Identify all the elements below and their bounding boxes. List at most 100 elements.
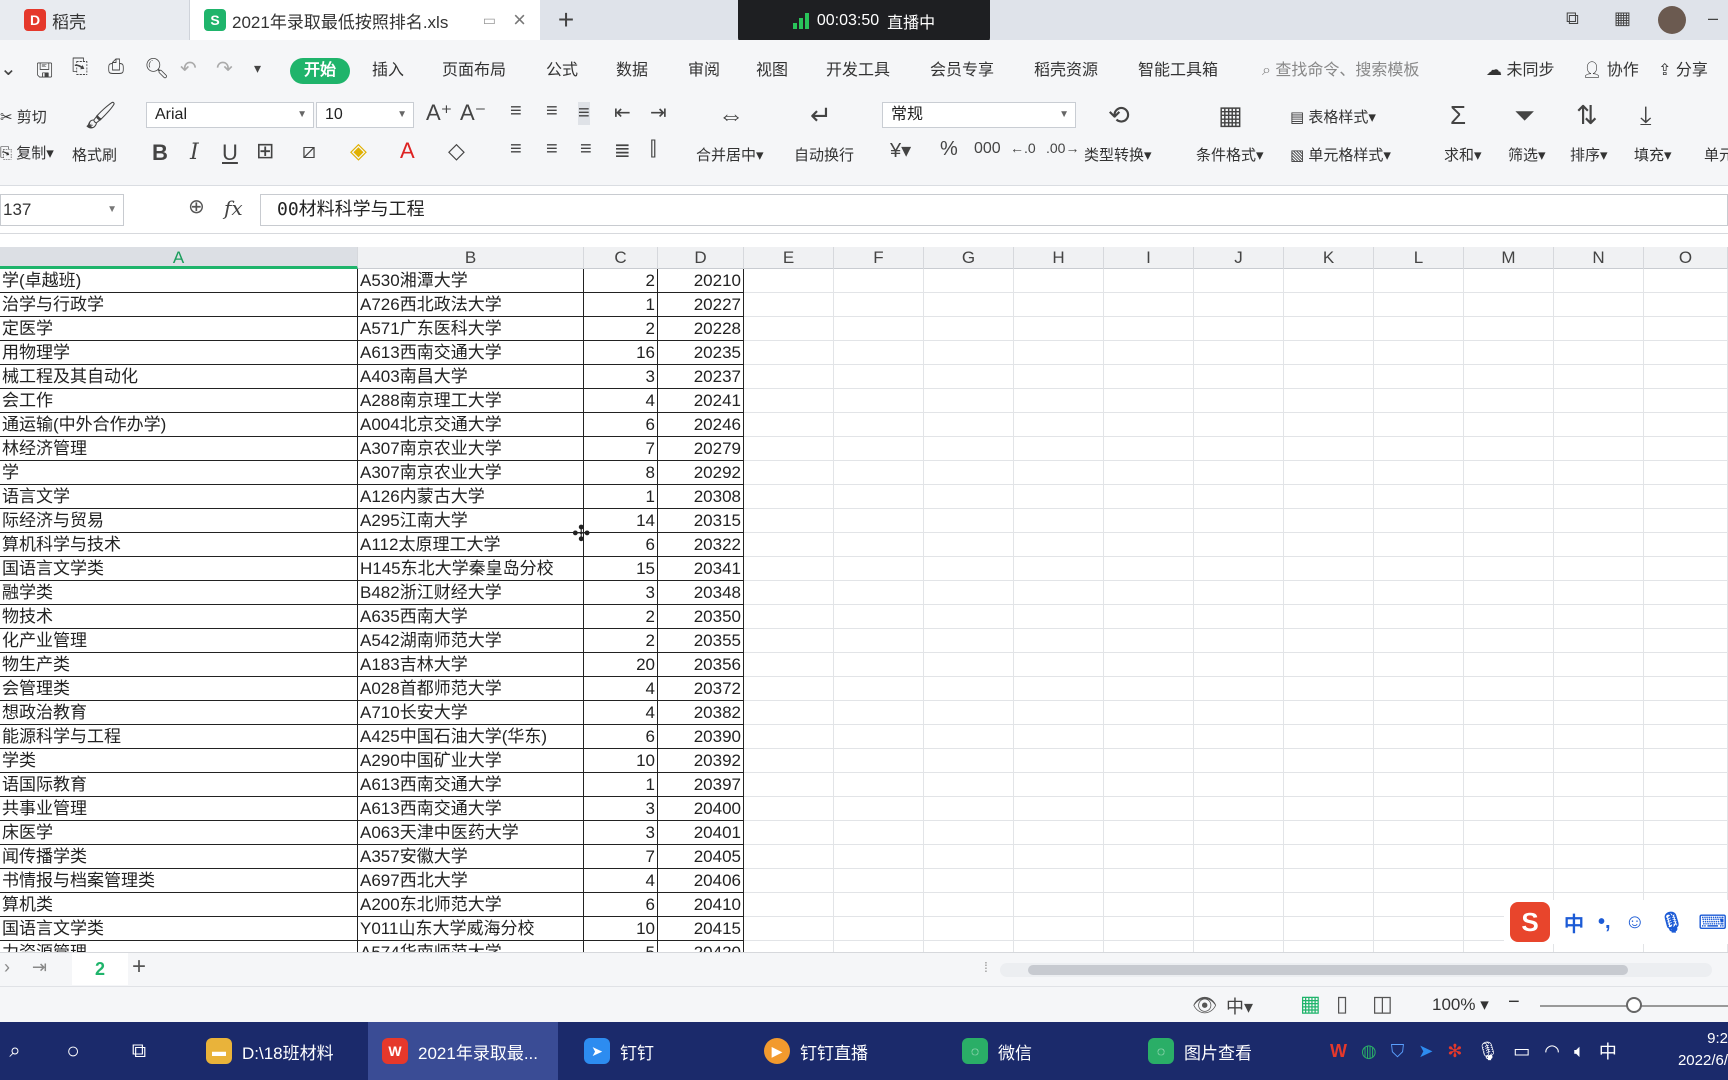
- align-top-icon[interactable]: ≡: [510, 100, 522, 123]
- preview-icon[interactable]: 🔍︎: [144, 56, 169, 81]
- cell-a[interactable]: 算机类: [0, 893, 358, 917]
- taskbar-dinglive[interactable]: ▶ 钉钉直播: [752, 1022, 880, 1080]
- cell-d[interactable]: 20235: [658, 341, 744, 365]
- cell-b[interactable]: A530湘潭大学: [358, 269, 584, 293]
- menu-ai-toolbox[interactable]: 智能工具箱: [1138, 58, 1218, 84]
- apps-grid-icon[interactable]: ▦: [1614, 8, 1631, 29]
- tab-docer[interactable]: D 稻壳: [0, 0, 190, 40]
- number-format-select[interactable]: 常规 ▼: [882, 102, 1076, 128]
- ime-language[interactable]: 中: [1564, 908, 1584, 937]
- column-header-g[interactable]: G: [924, 247, 1014, 269]
- column-header-c[interactable]: C: [584, 247, 658, 269]
- cell-a[interactable]: 想政治教育: [0, 701, 358, 725]
- input-mode-button[interactable]: 中▾: [1226, 993, 1253, 1019]
- cell-b[interactable]: A126内蒙古大学: [358, 485, 584, 509]
- fill-button[interactable]: 填充▾: [1634, 144, 1672, 165]
- cell-d[interactable]: 20372: [658, 677, 744, 701]
- cell-menu-button[interactable]: 单元: [1704, 144, 1728, 165]
- spreadsheet-grid[interactable]: ABCDEFGHIJKLMNO 学(卓越班) A530湘潭大学 2 20210 治学与行…: [0, 247, 1728, 952]
- zoom-slider-handle[interactable]: [1626, 997, 1642, 1013]
- cell-a[interactable]: 书情报与档案管理类: [0, 869, 358, 893]
- task-view-icon[interactable]: ⧉: [124, 1022, 154, 1080]
- app-tray-icon[interactable]: ✻: [1447, 1041, 1462, 1062]
- cell-b[interactable]: A200东北师范大学: [358, 893, 584, 917]
- menu-page-layout[interactable]: 页面布局: [442, 58, 506, 84]
- cell-c[interactable]: 3: [584, 797, 658, 821]
- cell-b[interactable]: A542湖南师范大学: [358, 629, 584, 653]
- align-right-icon[interactable]: ≡: [580, 138, 592, 161]
- cell-b[interactable]: A613西南交通大学: [358, 773, 584, 797]
- cell-c[interactable]: 1: [584, 485, 658, 509]
- cell-d[interactable]: 20420: [658, 941, 744, 952]
- menu-dev-tools[interactable]: 开发工具: [826, 58, 890, 84]
- window-icon[interactable]: ▭: [483, 12, 496, 29]
- cell-b[interactable]: Y011山东大学威海分校: [358, 917, 584, 941]
- search-icon[interactable]: ⌕: [0, 1022, 30, 1080]
- cell-b[interactable]: A697西北大学: [358, 869, 584, 893]
- tab-spreadsheet[interactable]: S 2021年录取最低按照排名.xls ▭ ×: [190, 0, 540, 40]
- column-header-o[interactable]: O: [1644, 247, 1728, 269]
- cell-d[interactable]: 20237: [658, 365, 744, 389]
- cell-d[interactable]: 20400: [658, 797, 744, 821]
- ime-toolbar[interactable]: S 中 •, ☺ 🎙︎ ⌨: [1504, 900, 1728, 944]
- clock[interactable]: 9:2 2022/6/: [1664, 1028, 1728, 1072]
- format-painter-icon[interactable]: 🖌︎: [84, 100, 117, 131]
- decrease-decimal-icon[interactable]: .00→: [1046, 140, 1079, 156]
- column-header-m[interactable]: M: [1464, 247, 1554, 269]
- cell-a[interactable]: 物生产类: [0, 653, 358, 677]
- underline-icon[interactable]: U: [222, 140, 238, 166]
- cell-a[interactable]: 学类: [0, 749, 358, 773]
- increase-font-icon[interactable]: A⁺: [426, 100, 452, 126]
- cell-a[interactable]: 治学与行政学: [0, 293, 358, 317]
- eye-protect-icon[interactable]: 👁︎: [1192, 993, 1217, 1018]
- menu-member[interactable]: 会员专享: [930, 58, 994, 84]
- column-header-n[interactable]: N: [1554, 247, 1644, 269]
- cell-c[interactable]: 4: [584, 869, 658, 893]
- font-color-icon[interactable]: A: [400, 138, 415, 164]
- type-convert-icon[interactable]: ⟲: [1108, 100, 1130, 131]
- quick-access-more-icon[interactable]: ▾: [254, 60, 261, 77]
- cell-c[interactable]: 1: [584, 773, 658, 797]
- taskbar-dingtalk[interactable]: ➤ 钉钉: [572, 1022, 666, 1080]
- cell-b[interactable]: A726西北政法大学: [358, 293, 584, 317]
- redo-icon[interactable]: ↷: [216, 56, 233, 81]
- avatar[interactable]: [1658, 6, 1686, 34]
- scrollbar-thumb[interactable]: [1028, 965, 1628, 975]
- zoom-icon[interactable]: ⊕: [188, 194, 205, 219]
- decrease-font-icon[interactable]: A⁻: [460, 100, 486, 126]
- indent-increase-icon[interactable]: ⇥: [650, 100, 667, 125]
- horizontal-scrollbar[interactable]: [1000, 963, 1712, 977]
- cell-d[interactable]: 20210: [658, 269, 744, 293]
- column-header-e[interactable]: E: [744, 247, 834, 269]
- cell-b[interactable]: A357安徽大学: [358, 845, 584, 869]
- font-size-select[interactable]: 10 ▼: [316, 102, 414, 128]
- close-icon[interactable]: ×: [513, 7, 526, 33]
- volume-icon[interactable]: 🔈︎: [1574, 1041, 1585, 1062]
- punctuation-icon[interactable]: •,: [1598, 911, 1611, 934]
- cell-b[interactable]: A004北京交通大学: [358, 413, 584, 437]
- cell-a[interactable]: 化产业管理: [0, 629, 358, 653]
- cell-b[interactable]: A307南京农业大学: [358, 461, 584, 485]
- cell-a[interactable]: 学: [0, 461, 358, 485]
- align-center-icon[interactable]: ≡: [546, 138, 558, 161]
- cell-a[interactable]: 共事业管理: [0, 797, 358, 821]
- minimize-icon[interactable]: –: [1708, 8, 1718, 29]
- export-icon[interactable]: ⎘: [72, 56, 88, 79]
- taskbar-photo-viewer[interactable]: ◌ 图片查看: [1136, 1022, 1264, 1080]
- merge-center-icon[interactable]: ⇔: [718, 100, 744, 131]
- cell-d[interactable]: 20410: [658, 893, 744, 917]
- filter-icon[interactable]: ⏷: [1514, 100, 1535, 132]
- cell-d[interactable]: 20415: [658, 917, 744, 941]
- column-header-d[interactable]: D: [658, 247, 744, 269]
- cell-a[interactable]: 语国际教育: [0, 773, 358, 797]
- cell-c[interactable]: 2: [584, 317, 658, 341]
- cell-c[interactable]: 4: [584, 389, 658, 413]
- menu-data[interactable]: 数据: [616, 58, 648, 84]
- cell-c[interactable]: 2: [584, 605, 658, 629]
- dingtalk-tray-icon[interactable]: ➤: [1418, 1041, 1433, 1062]
- cell-b[interactable]: A710长安大学: [358, 701, 584, 725]
- cell-a[interactable]: 语言文学: [0, 485, 358, 509]
- border-icon[interactable]: ⊞: [256, 138, 274, 164]
- cell-b[interactable]: A112太原理工大学: [358, 533, 584, 557]
- cell-c[interactable]: 6: [584, 893, 658, 917]
